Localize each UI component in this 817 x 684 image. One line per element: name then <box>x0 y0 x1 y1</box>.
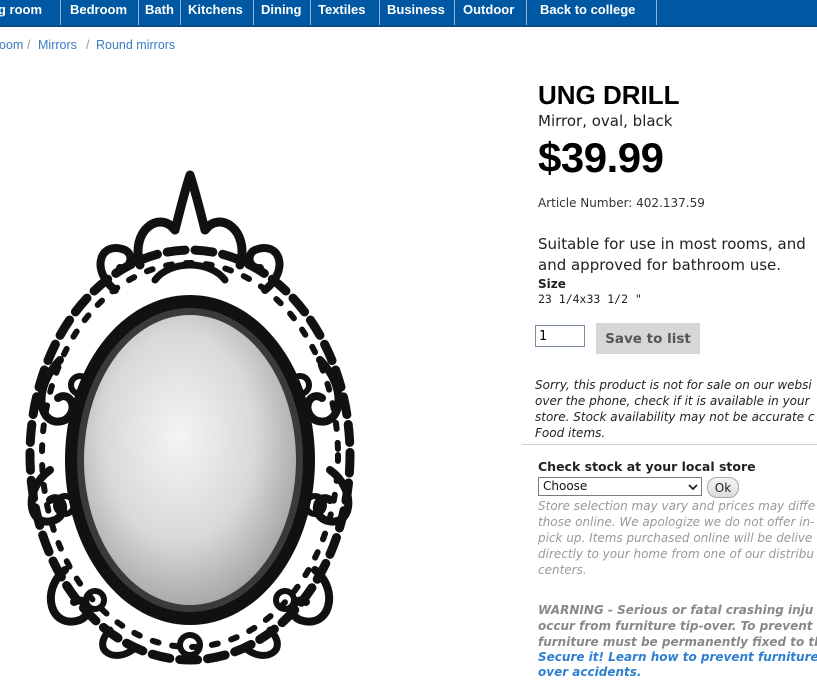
product-page: g room Bedroom Bath Kitchens Dining Text… <box>0 0 817 684</box>
secure-it-link[interactable]: Secure it! Learn how to prevent furnitur… <box>538 650 817 664</box>
nav-item-kitchens[interactable]: Kitchens <box>188 0 243 25</box>
nav-item-outdoor[interactable]: Outdoor <box>463 0 514 25</box>
sale-notice-line: Food items. <box>535 426 606 440</box>
sale-notice-line: store. Stock availability may not be acc… <box>535 410 815 424</box>
secure-it-link[interactable]: over accidents. <box>538 665 641 679</box>
size-label: Size <box>538 277 566 291</box>
nav-separator <box>180 0 181 25</box>
nav-item-dining[interactable]: Dining <box>261 0 301 25</box>
breadcrumb-item-living-room[interactable]: oom <box>0 38 23 52</box>
sale-notice-line: over the phone, check if it is available… <box>535 394 810 408</box>
breadcrumb-separator: / <box>27 38 31 52</box>
nav-item-living-room[interactable]: g room <box>0 0 42 25</box>
product-description: Mirror, oval, black <box>538 112 673 130</box>
nav-item-bedroom[interactable]: Bedroom <box>70 0 127 25</box>
store-note-line: Store selection may vary and prices may … <box>538 499 816 513</box>
breadcrumb-item-mirrors[interactable]: Mirrors <box>38 38 77 52</box>
breadcrumb-item-round-mirrors[interactable]: Round mirrors <box>96 38 175 52</box>
ornate-oval-mirror-image[interactable] <box>20 170 370 665</box>
ok-button[interactable]: Ok <box>707 477 739 498</box>
size-value: 23 1/4x33 1/2 " <box>538 292 642 306</box>
nav-item-textiles[interactable]: Textiles <box>318 0 365 25</box>
breadcrumb-separator: / <box>86 38 90 52</box>
sale-notice-line: Sorry, this product is not for sale on o… <box>535 378 812 392</box>
check-stock-heading: Check stock at your local store <box>538 459 756 474</box>
nav-separator <box>454 0 455 25</box>
save-to-list-button[interactable]: Save to list <box>596 323 700 354</box>
nav-separator <box>253 0 254 25</box>
nav-item-business[interactable]: Business <box>387 0 445 25</box>
nav-item-back-to-college[interactable]: Back to college <box>540 0 635 25</box>
store-note-line: those online. We apologize we do not off… <box>538 515 815 529</box>
store-note-line: centers. <box>538 563 587 577</box>
warning-line: WARNING - Serious or fatal crashing inju <box>538 603 814 617</box>
nav-separator <box>526 0 527 25</box>
product-info-line: and approved for bathroom use. <box>538 256 782 274</box>
chevron-down-icon <box>688 484 698 491</box>
store-select-value: Choose <box>543 479 588 493</box>
nav-separator <box>656 0 657 25</box>
store-select[interactable]: Choose <box>538 477 702 496</box>
warning-line: furniture must be permanently fixed to t… <box>538 635 817 649</box>
warning-line: occur from furniture tip-over. To preven… <box>538 619 813 633</box>
top-navigation-bar: g room Bedroom Bath Kitchens Dining Text… <box>0 0 817 27</box>
section-divider <box>522 444 817 445</box>
product-name: UNG DRILL <box>538 80 680 110</box>
product-price: $39.99 <box>538 134 664 181</box>
article-number: Article Number: 402.137.59 <box>538 196 705 210</box>
store-note-line: directly to your home from one of our di… <box>538 547 814 561</box>
quantity-input[interactable] <box>535 325 585 347</box>
nav-separator <box>60 0 61 25</box>
nav-separator <box>310 0 311 25</box>
store-note-line: pick up. Items purchased online will be … <box>538 531 813 545</box>
product-info-line: Suitable for use in most rooms, and <box>538 235 806 253</box>
nav-item-bath[interactable]: Bath <box>145 0 174 25</box>
nav-separator <box>138 0 139 25</box>
nav-separator <box>379 0 380 25</box>
